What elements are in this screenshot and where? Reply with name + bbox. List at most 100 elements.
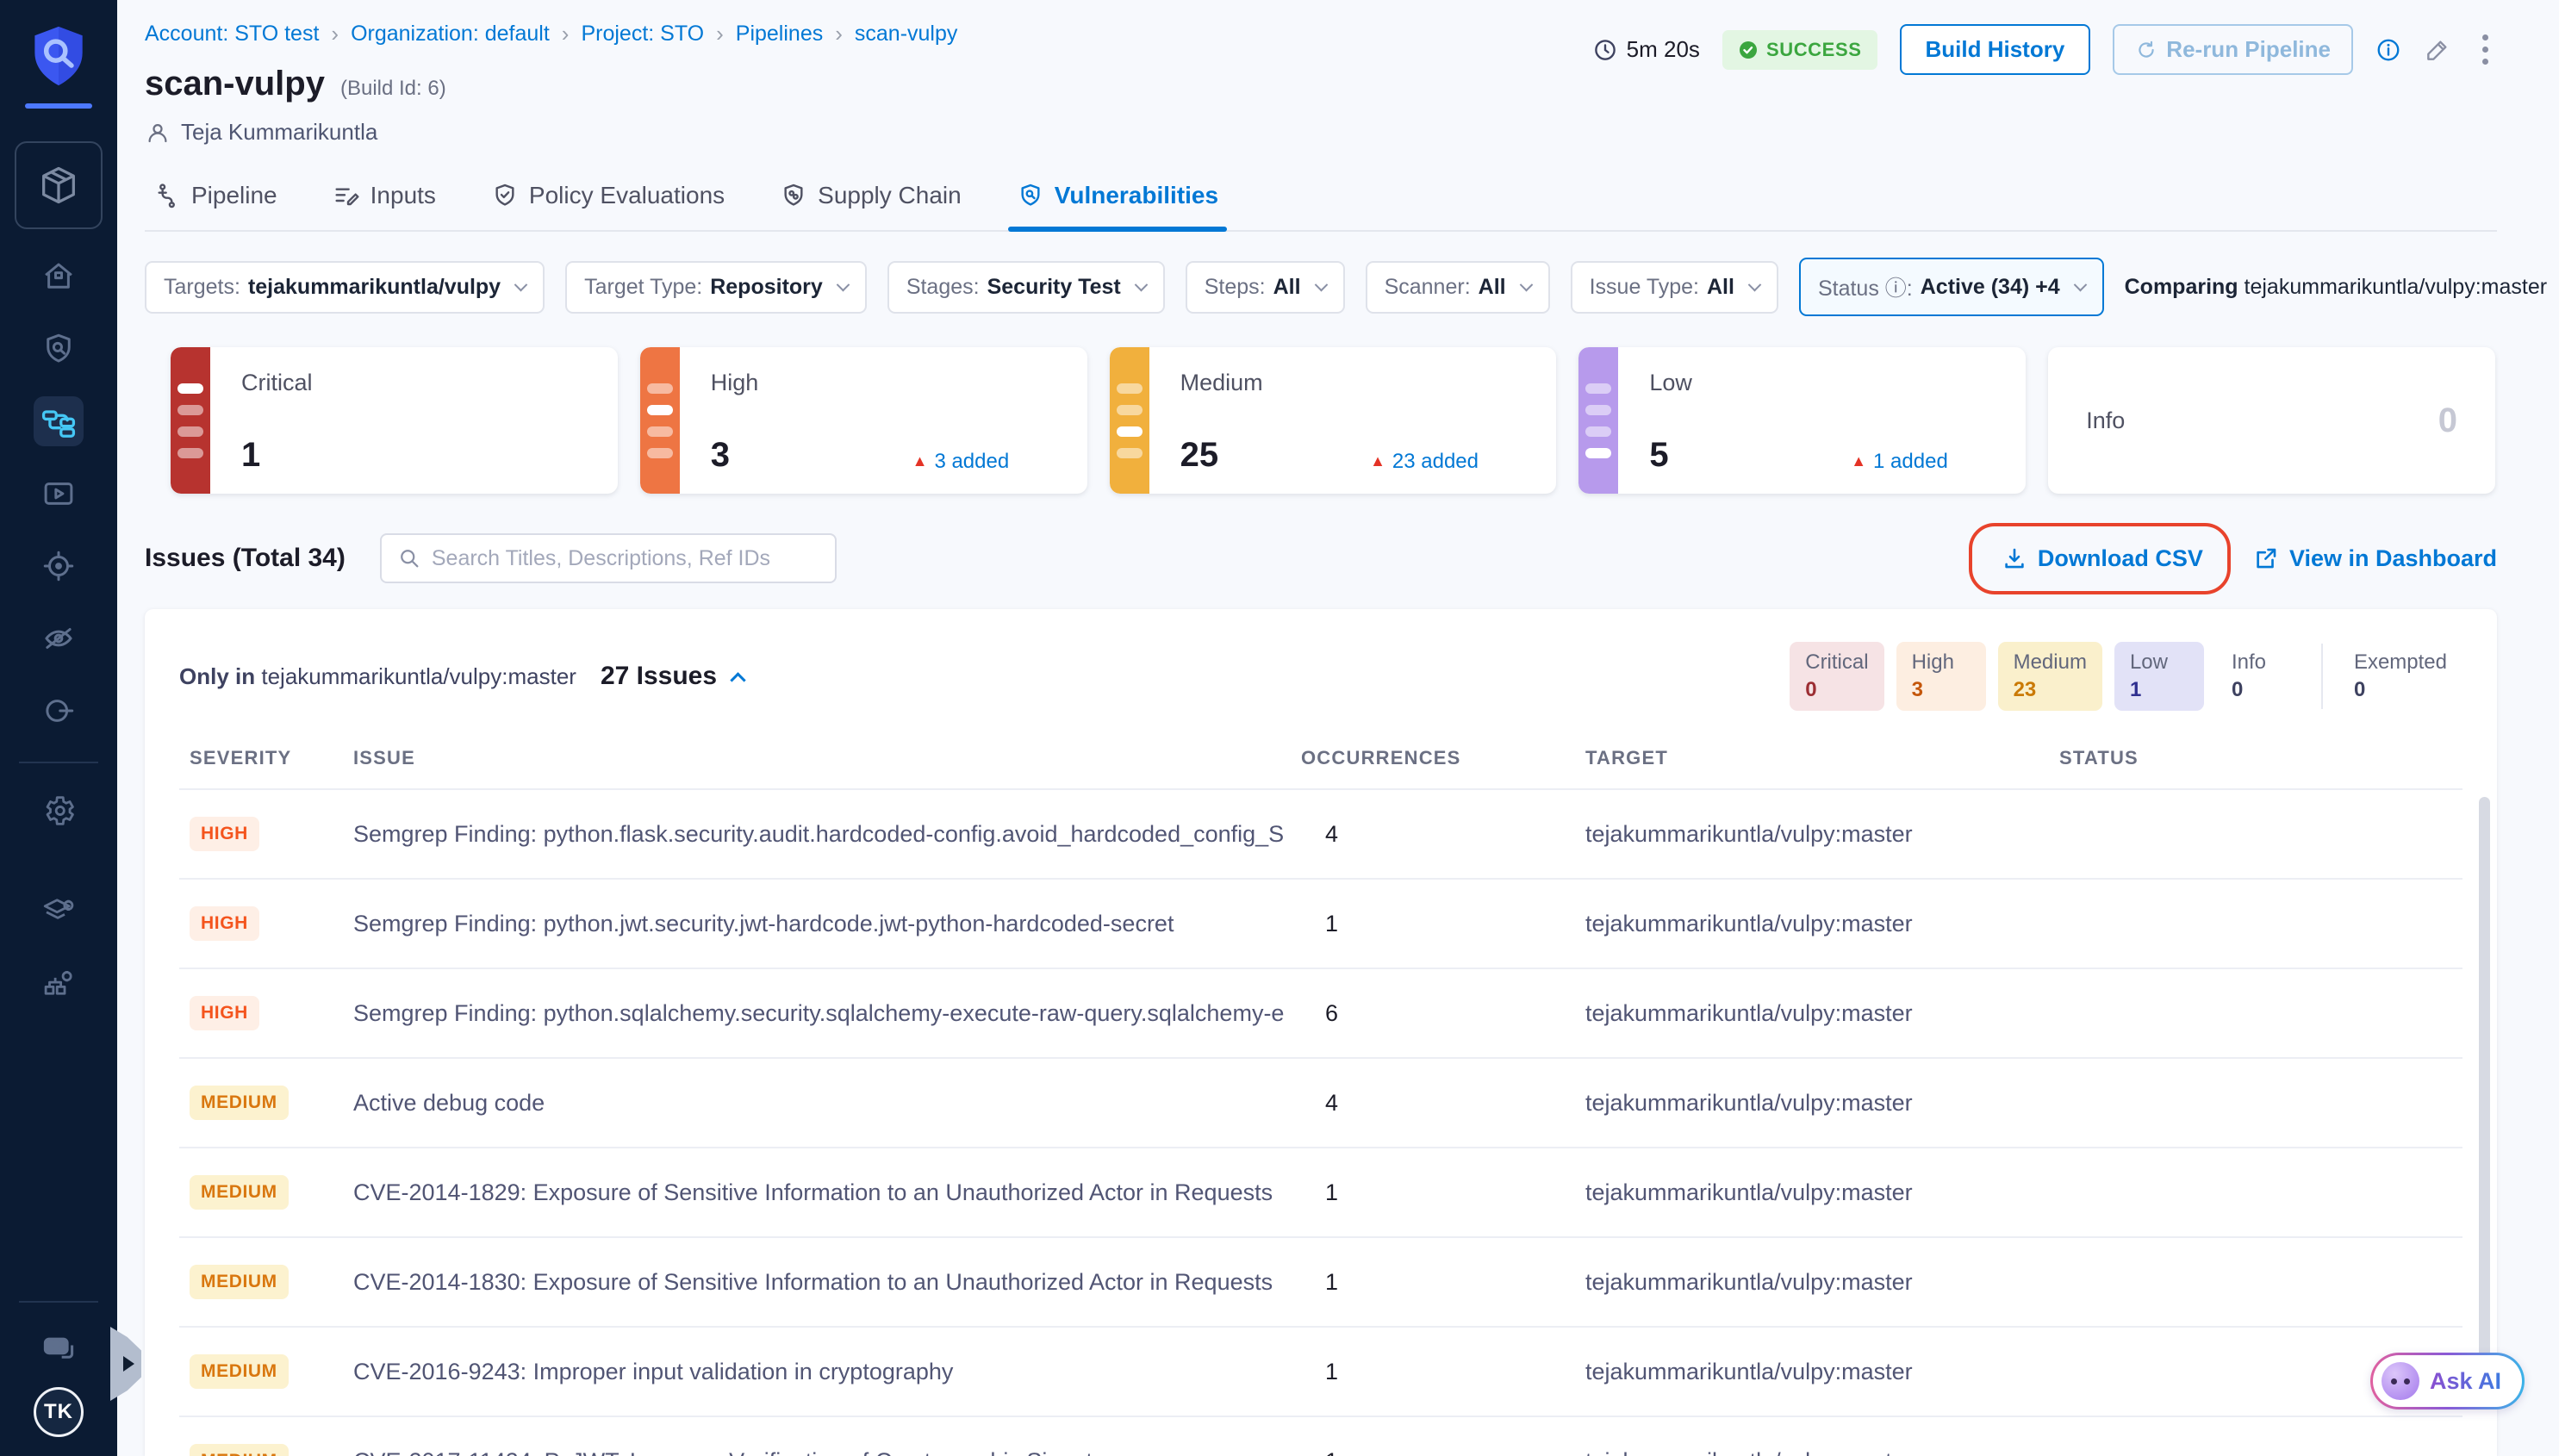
sidebar-item-home[interactable] bbox=[34, 252, 84, 302]
pipeline-icon bbox=[153, 182, 181, 209]
chip-critical[interactable]: Critical0 bbox=[1790, 642, 1883, 711]
sidebar-item-executions[interactable] bbox=[34, 469, 84, 519]
sidebar-item-ticket-settings[interactable] bbox=[34, 958, 84, 1008]
occurrences-value: 1 bbox=[1284, 1179, 1568, 1206]
tab-vulnerabilities[interactable]: Vulnerabilities bbox=[1013, 168, 1222, 230]
user-avatar[interactable]: TK bbox=[34, 1387, 84, 1437]
vulnerabilities-shield-icon bbox=[1017, 182, 1044, 209]
filter-targets[interactable]: Targets:tejakummarikuntla/vulpy bbox=[145, 261, 545, 314]
status-badge: SUCCESS bbox=[1722, 30, 1877, 70]
severity-gauge bbox=[171, 347, 210, 494]
view-in-dashboard-button[interactable]: View in Dashboard bbox=[2253, 545, 2497, 572]
target-value: tejakummarikuntla/vulpy:master bbox=[1568, 821, 2042, 848]
card-label: Medium bbox=[1180, 370, 1528, 396]
table-row[interactable]: MEDIUM Active debug code 4 tejakummariku… bbox=[179, 1059, 2462, 1148]
edit-pipeline-icon[interactable] bbox=[2424, 36, 2451, 64]
breadcrumb-item[interactable]: Organization: default bbox=[351, 22, 550, 47]
download-csv-button[interactable]: Download CSV bbox=[2002, 545, 2203, 572]
tab-pipeline[interactable]: Pipeline bbox=[150, 168, 281, 230]
duration: 5m 20s bbox=[1592, 36, 1700, 63]
filter-status[interactable]: Status ⓘ:Active (34) +4 bbox=[1799, 258, 2104, 316]
filter-stages[interactable]: Stages:Security Test bbox=[887, 261, 1165, 314]
table-scrollbar[interactable] bbox=[2479, 797, 2490, 1407]
severity-gauge bbox=[1578, 347, 1618, 494]
sidebar-item-exemptions[interactable] bbox=[34, 613, 84, 663]
severity-badge: HIGH bbox=[190, 996, 259, 1030]
chip-high[interactable]: High3 bbox=[1896, 642, 1986, 711]
issues-panel: Only in tejakummarikuntla/vulpy:master 2… bbox=[145, 609, 2497, 1456]
severity-card-high[interactable]: High 3 ▲3 added bbox=[640, 347, 1087, 494]
help-chat-icon[interactable]: ? bbox=[34, 1325, 84, 1375]
table-row[interactable]: MEDIUM CVE-2014-1829: Exposure of Sensit… bbox=[179, 1148, 2462, 1238]
issues-header: Issues (Total 34) Download CSV bbox=[145, 533, 2497, 583]
module-selector-button[interactable] bbox=[15, 141, 103, 229]
module-accent-bar bbox=[25, 103, 92, 109]
sidebar-item-pipelines[interactable] bbox=[34, 396, 84, 446]
target-value: tejakummarikuntla/vulpy:master bbox=[1568, 1359, 2042, 1385]
sidebar-item-targets[interactable] bbox=[34, 541, 84, 591]
table-row[interactable]: MEDIUM CVE-2017-11424: PyJWT: Improper V… bbox=[179, 1417, 2462, 1456]
breadcrumb-item[interactable]: Account: STO test bbox=[145, 22, 319, 47]
severity-card-low[interactable]: Low 5 ▲1 added bbox=[1578, 347, 2026, 494]
severity-badge: HIGH bbox=[190, 817, 259, 851]
tab-supply-chain[interactable]: Supply Chain bbox=[776, 168, 965, 230]
severity-badge: MEDIUM bbox=[190, 1175, 289, 1210]
chevron-down-icon bbox=[2073, 277, 2087, 291]
table-row[interactable]: MEDIUM CVE-2014-1830: Exposure of Sensit… bbox=[179, 1238, 2462, 1328]
sidebar-item-default-settings[interactable] bbox=[34, 886, 84, 936]
chevron-down-icon bbox=[1314, 277, 1328, 291]
filter-issue-type[interactable]: Issue Type:All bbox=[1571, 261, 1778, 314]
build-id-label: (Build Id: 6) bbox=[340, 77, 446, 101]
ask-ai-button[interactable]: Ask AI bbox=[2370, 1353, 2525, 1409]
rerun-pipeline-button[interactable]: Re-run Pipeline bbox=[2113, 24, 2353, 75]
card-count: 5 bbox=[1649, 436, 1668, 475]
sidebar: ? TK bbox=[0, 0, 117, 1456]
breadcrumb-item[interactable]: Project: STO bbox=[581, 22, 704, 47]
breadcrumb-item[interactable]: Pipelines bbox=[736, 22, 823, 47]
chip-exempted[interactable]: Exempted0 bbox=[2338, 642, 2462, 711]
search-icon bbox=[397, 546, 421, 570]
severity-chips: Critical0 High3 Medium23 Low1 Info0 Exem… bbox=[1790, 642, 2462, 711]
occurrences-value: 1 bbox=[1284, 1359, 1568, 1385]
chip-medium[interactable]: Medium23 bbox=[1998, 642, 2102, 711]
sidebar-item-getting-started[interactable] bbox=[34, 686, 84, 736]
chip-low[interactable]: Low1 bbox=[2114, 642, 2204, 711]
search-input[interactable] bbox=[432, 546, 819, 571]
tab-inputs[interactable]: Inputs bbox=[329, 168, 439, 230]
table-row[interactable]: HIGH Semgrep Finding: python.sqlalchemy.… bbox=[179, 969, 2462, 1059]
severity-card-medium[interactable]: Medium 25 ▲23 added bbox=[1110, 347, 1557, 494]
breadcrumb-separator: › bbox=[562, 21, 570, 47]
build-history-button[interactable]: Build History bbox=[1900, 24, 2091, 75]
table-row[interactable]: HIGH Semgrep Finding: python.jwt.securit… bbox=[179, 880, 2462, 969]
collapse-group-chevron-icon[interactable] bbox=[730, 672, 745, 688]
filter-scanner[interactable]: Scanner:All bbox=[1366, 261, 1550, 314]
severity-badge: MEDIUM bbox=[190, 1265, 289, 1299]
severity-badge: HIGH bbox=[190, 906, 259, 941]
sidebar-divider bbox=[19, 762, 98, 763]
tab-policy-evaluations[interactable]: Policy Evaluations bbox=[488, 168, 728, 230]
filters-row: Targets:tejakummarikuntla/vulpy Target T… bbox=[145, 258, 2497, 316]
sidebar-item-settings[interactable] bbox=[34, 786, 84, 836]
sidebar-item-overview[interactable] bbox=[34, 324, 84, 374]
target-value: tejakummarikuntla/vulpy:master bbox=[1568, 1448, 2042, 1456]
filter-steps[interactable]: Steps:All bbox=[1186, 261, 1345, 314]
more-options-icon[interactable] bbox=[2474, 31, 2497, 68]
severity-card-info[interactable]: Info 0 bbox=[2048, 347, 2495, 494]
svg-text:?: ? bbox=[53, 1341, 60, 1354]
chevron-down-icon bbox=[514, 277, 528, 291]
card-added: ▲1 added bbox=[1851, 450, 1948, 474]
table-row[interactable]: MEDIUM CVE-2016-9243: Improper input val… bbox=[179, 1328, 2462, 1417]
chevron-down-icon bbox=[837, 277, 850, 291]
chip-info[interactable]: Info0 bbox=[2216, 642, 2306, 711]
breadcrumb-item[interactable]: scan-vulpy bbox=[855, 22, 958, 47]
card-label: Info bbox=[2086, 408, 2125, 434]
breadcrumb: Account: STO test›Organization: default›… bbox=[145, 21, 1592, 47]
filter-target-type[interactable]: Target Type:Repository bbox=[565, 261, 867, 314]
chevron-down-icon bbox=[1748, 277, 1762, 291]
issues-search[interactable] bbox=[380, 533, 837, 583]
success-check-icon bbox=[1738, 40, 1759, 60]
issue-title: Semgrep Finding: python.jwt.security.jwt… bbox=[353, 911, 1284, 937]
severity-card-critical[interactable]: Critical 1 ▲ bbox=[171, 347, 618, 494]
info-icon[interactable] bbox=[2375, 37, 2401, 63]
table-row[interactable]: HIGH Semgrep Finding: python.flask.secur… bbox=[179, 790, 2462, 880]
